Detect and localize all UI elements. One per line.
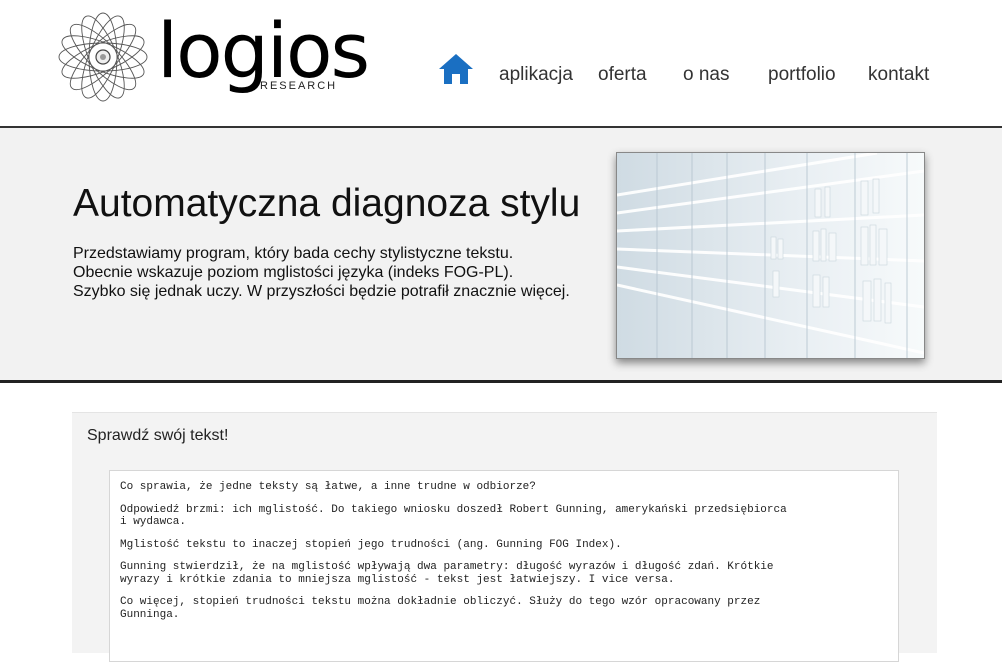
text-input-area[interactable]: Co sprawia, że jedne teksty są łatwe, a …	[109, 470, 899, 662]
logo-subtitle: RESEARCH	[260, 80, 338, 92]
nav-item-oferta[interactable]: oferta	[598, 64, 647, 86]
logo-spiral-icon[interactable]	[52, 12, 154, 102]
hero-divider	[0, 380, 1002, 383]
hero-line: Obecnie wskazuje poziom mglistości język…	[73, 264, 514, 281]
hero-line: Przedstawiamy program, który bada cechy …	[73, 245, 514, 262]
nav-item-portfolio[interactable]: portfolio	[768, 64, 836, 86]
hero-description: Przedstawiamy program, który bada cechy …	[73, 244, 570, 301]
nav-item-o-nas[interactable]: o nas	[683, 64, 729, 86]
site-header: logios RESEARCH aplikacja oferta o nas p…	[0, 0, 1002, 126]
text-paragraph: Co sprawia, że jedne teksty są łatwe, a …	[120, 481, 536, 493]
bookshelf-image	[616, 152, 925, 359]
panel-title: Sprawdź swój tekst!	[87, 427, 229, 444]
hero-line: Szybko się jednak uczy. W przyszłości bę…	[73, 283, 570, 300]
text-check-panel: Sprawdź swój tekst! Co sprawia, że jedne…	[72, 412, 937, 662]
nav-item-kontakt[interactable]: kontakt	[868, 64, 929, 86]
home-icon[interactable]	[437, 52, 475, 86]
nav-item-aplikacja[interactable]: aplikacja	[499, 64, 573, 86]
text-paragraph: Gunning stwierdził, że na mglistość wpły…	[120, 561, 774, 586]
hero-banner: Automatyczna diagnoza stylu Przedstawiam…	[0, 128, 1002, 380]
text-paragraph: Co więcej, stopień trudności tekstu możn…	[120, 596, 761, 621]
text-paragraph: Mglistość tekstu to inaczej stopień jego…	[120, 538, 622, 551]
hero-title: Automatyczna diagnoza stylu	[73, 182, 581, 225]
text-paragraph: Odpowiedź brzmi: ich mglistość. Do takie…	[120, 503, 787, 529]
